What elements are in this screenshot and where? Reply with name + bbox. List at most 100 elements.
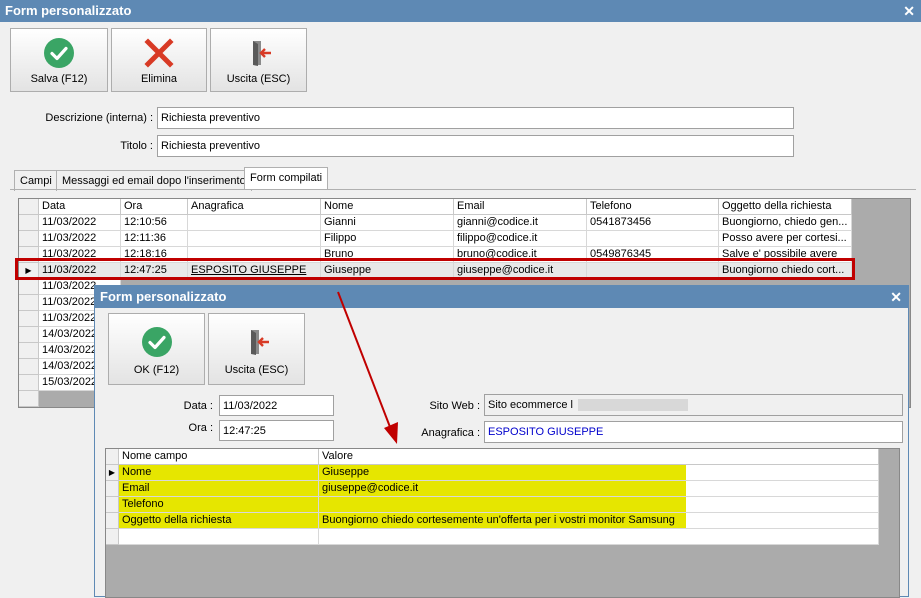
col-header-valore[interactable]: Valore xyxy=(319,449,879,465)
exit-door-icon xyxy=(252,41,271,66)
descrizione-label: Descrizione (interna) : xyxy=(45,112,153,124)
row-selected-arrow-icon[interactable]: ▶ xyxy=(19,263,39,279)
table-row-cell[interactable] xyxy=(188,231,321,247)
table-row-cell[interactable]: Posso avere per cortesi... xyxy=(719,231,852,247)
save-button[interactable]: Salva (F12) xyxy=(10,28,108,92)
check-icon xyxy=(141,327,172,357)
col-header-ora[interactable]: Ora xyxy=(121,199,188,215)
table-row-cell[interactable]: 0541873456 xyxy=(587,215,719,231)
row-indicator[interactable] xyxy=(19,327,39,343)
tab-messaggi[interactable]: Messaggi ed email dopo l'inserimento xyxy=(56,170,252,191)
table-row-cell[interactable]: Bruno xyxy=(321,247,454,263)
window-title: Form personalizzato xyxy=(5,3,132,18)
table-row-cell[interactable]: Buongiorno, chiedo gen... xyxy=(719,215,852,231)
titolo-input[interactable]: Richiesta preventivo xyxy=(157,135,794,157)
table-row-cell[interactable]: 12:11:36 xyxy=(121,231,188,247)
row-indicator[interactable] xyxy=(19,295,39,311)
col-header-nome-campo[interactable]: Nome campo xyxy=(119,449,319,465)
table-row-cell[interactable] xyxy=(188,247,321,263)
row-indicator[interactable] xyxy=(19,343,39,359)
grid-corner xyxy=(106,449,119,465)
field-value-cell[interactable]: Giuseppe xyxy=(319,465,879,481)
table-row-cell[interactable]: Salve e' possibile avere xyxy=(719,247,852,263)
field-value-text: giuseppe@codice.it xyxy=(319,481,686,496)
table-row-cell[interactable]: gianni@codice.it xyxy=(454,215,587,231)
row-indicator[interactable] xyxy=(19,375,39,391)
exit-button-label: Uscita (ESC) xyxy=(226,73,291,85)
table-row-cell[interactable]: 11/03/2022 xyxy=(39,247,121,263)
table-row-cell[interactable]: Giuseppe xyxy=(321,263,454,279)
data-label: Data : xyxy=(183,400,213,412)
col-header-nome[interactable]: Nome xyxy=(321,199,454,215)
ora-input[interactable]: 12:47:25 xyxy=(219,420,334,441)
window-titlebar: Form personalizzato ✕ xyxy=(0,0,921,22)
field-value-cell[interactable]: giuseppe@codice.it xyxy=(319,481,879,497)
row-selected-arrow-icon[interactable]: ▶ xyxy=(106,465,119,481)
table-row-cell[interactable]: 12:47:25 xyxy=(121,263,188,279)
row-indicator[interactable] xyxy=(19,279,39,295)
table-row-cell[interactable]: 11/03/2022 xyxy=(39,231,121,247)
dialog-exit-button[interactable]: Uscita (ESC) xyxy=(208,313,305,385)
field-name-cell[interactable]: Telefono xyxy=(119,497,319,513)
save-button-label: Salva (F12) xyxy=(30,73,88,85)
col-header-anagrafica[interactable]: Anagrafica xyxy=(188,199,321,215)
col-header-email[interactable]: Email xyxy=(454,199,587,215)
field-name-cell[interactable]: Oggetto della richiesta xyxy=(119,513,319,529)
table-row-cell[interactable]: bruno@codice.it xyxy=(454,247,587,263)
close-icon[interactable]: ✕ xyxy=(903,0,915,22)
exit-button[interactable]: Uscita (ESC) xyxy=(210,28,307,92)
field-name-cell[interactable]: Email xyxy=(119,481,319,497)
field-name-cell[interactable]: Nome xyxy=(119,465,319,481)
table-row-cell[interactable]: filippo@codice.it xyxy=(454,231,587,247)
table-row-cell[interactable]: Gianni xyxy=(321,215,454,231)
detail-dialog: Form personalizzato ✕ OK (F12) Uscita (E… xyxy=(94,285,909,598)
field-value-text: Giuseppe xyxy=(319,465,686,480)
row-indicator[interactable] xyxy=(19,359,39,375)
table-row-cell[interactable] xyxy=(587,231,719,247)
form-fields-grid[interactable]: Nome campo Valore ▶ Nome Giuseppe Email … xyxy=(105,448,900,598)
anagrafica-label: Anagrafica : xyxy=(421,427,480,439)
dialog-close-icon[interactable]: ✕ xyxy=(890,286,902,308)
table-row-cell[interactable] xyxy=(587,263,719,279)
row-indicator[interactable] xyxy=(19,247,39,263)
table-row-cell[interactable]: Buongiorno chiedo cort... xyxy=(719,263,852,279)
field-value-text: Buongiorno chiedo cortesemente un'offert… xyxy=(319,513,686,528)
field-value-cell[interactable] xyxy=(319,497,879,513)
table-row-cell[interactable]: 11/03/2022 xyxy=(39,215,121,231)
empty-cell[interactable] xyxy=(319,529,879,545)
row-indicator[interactable] xyxy=(106,513,119,529)
sito-web-input[interactable]: Sito ecommerce l xyxy=(484,394,903,416)
table-row-cell[interactable]: 0549876345 xyxy=(587,247,719,263)
delete-button[interactable]: Elimina xyxy=(111,28,207,92)
row-indicator[interactable] xyxy=(106,497,119,513)
descrizione-input[interactable]: Richiesta preventivo xyxy=(157,107,794,129)
anagrafica-input[interactable]: ESPOSITO GIUSEPPE xyxy=(484,421,903,443)
table-row-cell[interactable]: 11/03/2022 xyxy=(39,263,121,279)
field-value-cell[interactable]: Buongiorno chiedo cortesemente un'offert… xyxy=(319,513,879,529)
data-input[interactable]: 11/03/2022 xyxy=(219,395,334,416)
empty-cell[interactable] xyxy=(119,529,319,545)
table-row-cell[interactable]: giuseppe@codice.it xyxy=(454,263,587,279)
row-indicator[interactable] xyxy=(19,391,39,407)
sito-web-label: Sito Web : xyxy=(429,400,480,412)
row-indicator[interactable] xyxy=(19,231,39,247)
col-header-oggetto[interactable]: Oggetto della richiesta xyxy=(719,199,852,215)
table-row-cell[interactable]: 12:10:56 xyxy=(121,215,188,231)
ora-label: Ora : xyxy=(188,422,213,434)
tab-form-compilati[interactable]: Form compilati xyxy=(244,167,329,190)
col-header-telefono[interactable]: Telefono xyxy=(587,199,719,215)
row-indicator[interactable] xyxy=(106,529,119,545)
row-indicator[interactable] xyxy=(19,311,39,327)
row-indicator[interactable] xyxy=(106,481,119,497)
col-header-data[interactable]: Data xyxy=(39,199,121,215)
row-indicator[interactable] xyxy=(19,215,39,231)
table-row-cell[interactable]: Filippo xyxy=(321,231,454,247)
grid-corner xyxy=(19,199,39,215)
check-icon xyxy=(44,38,74,68)
delete-button-label: Elimina xyxy=(140,73,178,85)
table-row-cell[interactable] xyxy=(188,215,321,231)
table-row-cell[interactable]: ESPOSITO GIUSEPPE xyxy=(188,263,321,279)
ok-button[interactable]: OK (F12) xyxy=(108,313,205,385)
table-row-cell[interactable]: 12:18:16 xyxy=(121,247,188,263)
tab-campi[interactable]: Campi xyxy=(14,170,58,191)
